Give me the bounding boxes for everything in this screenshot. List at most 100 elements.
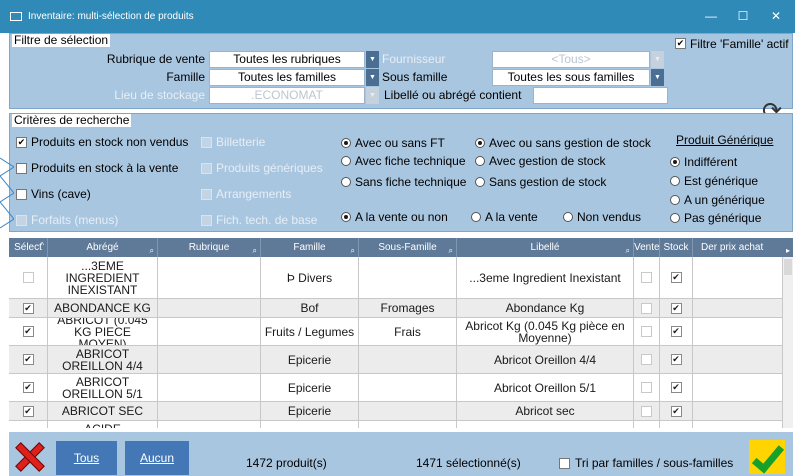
select-checkbox[interactable]: ✔ xyxy=(22,405,34,417)
col-sous-famille-header[interactable]: Sous-Famille ⌕ xyxy=(359,238,457,257)
stock-checkbox[interactable]: ✔ xyxy=(670,326,682,337)
table-row[interactable]: ✔ ABONDANCE KG Bof Fromages Abondance Kg ✔ xyxy=(9,299,783,318)
col-famille-header[interactable]: Famille ⌕ xyxy=(261,238,359,257)
radio-label: Avec ou sans FT xyxy=(355,136,445,150)
vente-checkbox[interactable] xyxy=(641,326,652,337)
sous-famille-dropdown-icon[interactable]: ▼ xyxy=(651,69,664,86)
vente-checkbox[interactable] xyxy=(641,272,652,283)
col-label: Vente xyxy=(634,242,660,253)
table-row[interactable]: ✔ ABRICOT OREILLON 5/1 Epicerie Abricot Ore… xyxy=(9,374,783,402)
stock-non-vendus-checkbox[interactable]: ✔ xyxy=(16,137,27,148)
radio-label: Avec ou sans gestion de stock xyxy=(489,136,651,150)
col-prix-header[interactable]: Der prix achat ▸ xyxy=(693,238,793,257)
select-checkbox[interactable] xyxy=(22,272,34,283)
generique-est-radio[interactable]: Est générique xyxy=(670,174,758,188)
col-libelle-header[interactable]: Libellé ⌕ xyxy=(457,238,634,257)
ft-any-radio[interactable]: Avec ou sans FT xyxy=(341,136,445,150)
close-button[interactable]: ✕ xyxy=(761,6,791,26)
col-label: Famille xyxy=(293,242,326,253)
col-rubrique-header[interactable]: Rubrique ⌕ xyxy=(158,238,261,257)
famille-select[interactable]: Toutes les familles xyxy=(209,69,365,86)
maximize-button[interactable]: ☐ xyxy=(728,6,758,26)
rubrique-select[interactable]: Toutes les rubriques xyxy=(209,51,365,68)
radio-label: A un générique xyxy=(684,193,765,207)
table-row[interactable]: ✔ACIDE ASCORBIQUEEpicerieAcide Ascorbiqu… xyxy=(9,421,783,428)
sous-famille-select[interactable]: Toutes les sous familles xyxy=(492,69,650,86)
radio-icon xyxy=(475,156,485,166)
famille-cell: Fruits / Legumes xyxy=(261,318,359,345)
libelle-input[interactable] xyxy=(533,87,668,104)
table-row[interactable]: ✔ ABRICOT (0.045 KG PIECE MOYEN) Fruits / … xyxy=(9,318,783,346)
vente-yes-radio[interactable]: A la vente xyxy=(471,210,538,224)
fournisseur-dropdown-icon: ▼ xyxy=(651,51,664,68)
col-label: Der prix achat xyxy=(701,242,764,253)
table-row[interactable]: ✔ ABRICOT SEC Epicerie Abricot sec ✔ xyxy=(9,402,783,421)
vente-cell xyxy=(634,402,660,420)
abrege-cell: ...3EME INGREDIENT INEXISTANT xyxy=(48,257,158,298)
select-checkbox[interactable]: ✔ xyxy=(22,302,34,314)
col-stock-header[interactable]: Stock xyxy=(660,238,693,257)
tri-label: Tri par familles / sous-familles xyxy=(575,456,734,470)
aucun-button[interactable]: Aucun xyxy=(125,441,189,475)
famille-filter-checkbox[interactable]: ✔ xyxy=(675,38,686,49)
vente-checkbox[interactable] xyxy=(641,382,652,393)
ft-without-radio[interactable]: Sans fiche technique xyxy=(341,175,466,189)
select-cell: ✔ xyxy=(9,374,48,401)
stock-cell: ✔ xyxy=(660,318,693,345)
select-checkbox[interactable]: ✔ xyxy=(22,326,34,337)
vente-cell xyxy=(634,421,660,428)
gs-without-radio[interactable]: Sans gestion de stock xyxy=(475,175,606,189)
radio-label: Sans gestion de stock xyxy=(489,175,607,189)
vins-checkbox[interactable] xyxy=(16,189,27,200)
gs-any-radio[interactable]: Avec ou sans gestion de stock xyxy=(475,136,651,150)
libelle-cell: Abricot sec xyxy=(457,402,634,420)
generique-aun-radio[interactable]: A un générique xyxy=(670,193,765,207)
col-vente-header[interactable]: Vente xyxy=(634,238,660,257)
generique-pas-radio[interactable]: Pas générique xyxy=(670,211,761,225)
vertical-scrollbar[interactable] xyxy=(783,257,793,428)
vente-no-radio[interactable]: Non vendus xyxy=(563,210,641,224)
stock-vente-checkbox[interactable] xyxy=(16,163,27,174)
gs-with-radio[interactable]: Avec gestion de stock xyxy=(475,154,606,168)
abrege-cell-text: ...3EME INGREDIENT INEXISTANT xyxy=(65,258,140,297)
generique-indiff-radio[interactable]: Indifférent xyxy=(670,155,737,169)
select-checkbox[interactable]: ✔ xyxy=(22,354,34,365)
prix-cell xyxy=(693,257,783,298)
rubrique-cell xyxy=(158,421,261,428)
cancel-icon[interactable] xyxy=(15,442,42,470)
minimize-button[interactable]: — xyxy=(696,6,726,26)
col-select-header[interactable]: Sélect ^ xyxy=(9,238,48,257)
stock-checkbox[interactable]: ✔ xyxy=(670,382,682,393)
vente-checkbox[interactable] xyxy=(641,302,652,314)
tri-checkbox[interactable] xyxy=(559,458,570,469)
famille-dropdown-icon[interactable]: ▼ xyxy=(366,69,379,86)
select-checkbox[interactable]: ✔ xyxy=(22,382,34,393)
validate-icon[interactable] xyxy=(749,440,785,474)
rubrique-dropdown-icon[interactable]: ▼ xyxy=(366,51,379,68)
rubrique-cell xyxy=(158,318,261,345)
radio-icon xyxy=(341,177,351,187)
scroll-thumb[interactable] xyxy=(784,259,792,275)
libelle-cell-text: Abricot sec xyxy=(515,404,575,418)
tous-button[interactable]: Tous xyxy=(56,441,117,475)
ft-with-radio[interactable]: Avec fiche technique xyxy=(341,154,466,168)
libelle-cell-text: Abricot Oreillon 4/4 xyxy=(493,352,597,367)
vente-checkbox[interactable] xyxy=(641,354,652,365)
title-bar: Inventaire: multi-sélection de produits … xyxy=(0,0,795,33)
stock-checkbox[interactable]: ✔ xyxy=(670,272,682,283)
prix-cell xyxy=(693,421,783,428)
fournisseur-label: Fournisseur xyxy=(382,52,446,66)
famille-cell: Epicerie xyxy=(261,421,359,428)
vente-checkbox[interactable] xyxy=(641,405,652,417)
table-row[interactable]: ✔ ABRICOT OREILLON 4/4 Epicerie Abricot Ore… xyxy=(9,346,783,374)
table-row[interactable]: ...3EME INGREDIENT INEXISTANT Þ Divers...… xyxy=(9,257,783,299)
sous-famille-cell xyxy=(359,374,457,401)
stock-checkbox[interactable]: ✔ xyxy=(670,302,682,314)
stock-checkbox[interactable]: ✔ xyxy=(670,405,682,417)
sous-famille-cell xyxy=(359,346,457,373)
stock-checkbox[interactable]: ✔ xyxy=(670,354,682,365)
vente-any-radio[interactable]: A la vente ou non xyxy=(341,210,448,224)
col-abrege-header[interactable]: Abrégé ⌕ xyxy=(48,238,158,257)
famille-cell: Epicerie xyxy=(261,402,359,420)
vente-cell xyxy=(634,299,660,317)
